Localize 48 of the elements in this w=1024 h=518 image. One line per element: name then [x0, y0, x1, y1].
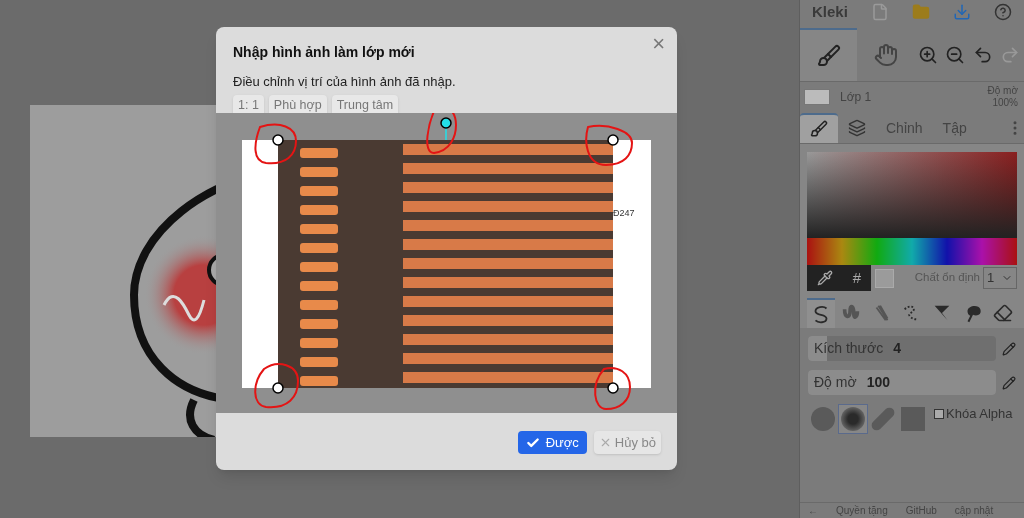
lock-alpha-label: Khóa Alpha [946, 405, 1013, 424]
rotate-handle[interactable] [440, 117, 452, 129]
square-shape-icon [901, 407, 925, 431]
resize-handle[interactable] [272, 134, 284, 146]
pen-pressure-icon[interactable] [1002, 341, 1016, 356]
brush-type-tab[interactable] [807, 298, 835, 328]
slider-label: Độ mờ [814, 373, 857, 392]
canvas-label: Đ247 [613, 207, 635, 220]
circle-shape-icon [811, 407, 835, 431]
lock-alpha-checkbox[interactable] [934, 409, 944, 419]
close-button[interactable]: × [652, 33, 665, 55]
footer-link[interactable]: ← [800, 504, 826, 518]
eraser-icon [992, 303, 1013, 323]
resize-handle[interactable] [272, 382, 284, 394]
dialog-title: Nhập hình ảnh làm lớp mới [233, 43, 416, 62]
zoom-in-icon[interactable] [917, 44, 938, 65]
slider-value: 100 [866, 373, 890, 392]
cancel-button[interactable]: Hủy bỏ [593, 431, 661, 454]
brush-slider[interactable]: Kích thước 4 [808, 336, 996, 361]
check-icon [525, 435, 540, 450]
pen-pressure-icon[interactable] [1002, 375, 1016, 390]
resize-handle[interactable] [607, 382, 619, 394]
panel-tab[interactable] [800, 113, 838, 143]
hex-button[interactable]: # [852, 266, 862, 290]
color-swatch[interactable] [875, 268, 894, 288]
brush-icon [816, 43, 841, 68]
hue-spectrum-bar[interactable] [807, 238, 1017, 265]
zoom-out-icon[interactable] [945, 44, 966, 65]
brush-slider[interactable]: Độ mờ 100 [808, 370, 996, 395]
ok-button[interactable]: Được [517, 431, 587, 454]
undo-icon[interactable] [972, 44, 993, 65]
hand-icon [873, 42, 898, 67]
soft-circle-shape-icon [841, 407, 865, 431]
stabilizer-select[interactable]: 1 [983, 267, 1017, 289]
color-gradient-picker[interactable] [807, 152, 1017, 238]
slider-value: 4 [893, 339, 901, 358]
help-icon[interactable] [994, 3, 1012, 21]
app-logo: Kleki [812, 1, 848, 22]
layer-thumbnail [804, 89, 830, 105]
dialog-description: Điều chỉnh vị trí của hình ảnh đã nhập. [233, 73, 457, 91]
brush-shape-option[interactable] [838, 404, 868, 434]
tool-button[interactable] [800, 28, 857, 81]
brush-icon [810, 120, 828, 138]
layers-icon [848, 119, 866, 137]
slider-label: Kích thước [814, 339, 884, 358]
eyedropper-icon[interactable] [816, 270, 833, 286]
resize-handle[interactable] [607, 134, 619, 146]
panel-tab[interactable]: Tập [932, 113, 977, 143]
